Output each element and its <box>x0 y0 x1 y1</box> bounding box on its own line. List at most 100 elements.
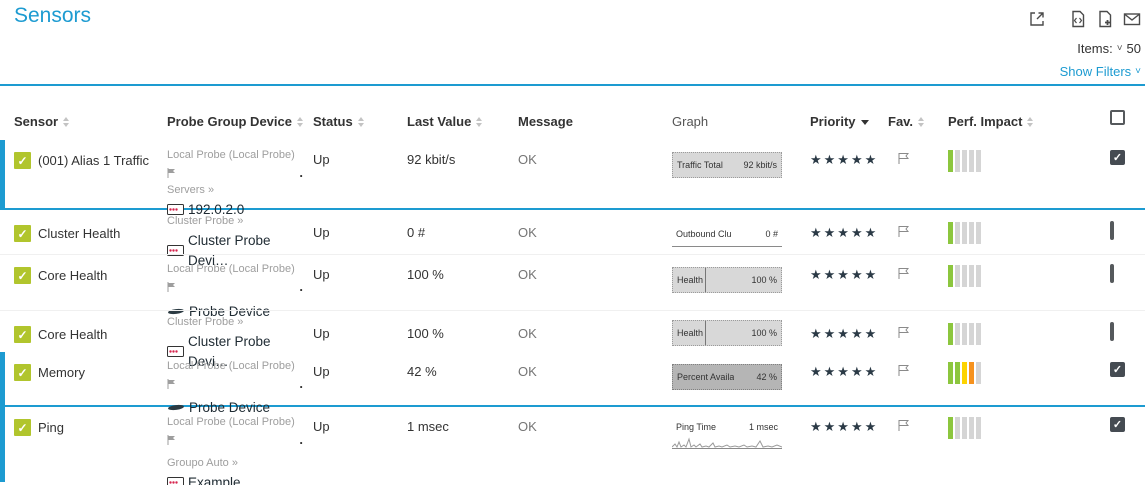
select-all-checkbox[interactable] <box>1110 110 1125 125</box>
table-header-row: Sensor Probe Group Device Status Last Va… <box>0 86 1145 140</box>
column-header-sensor[interactable]: Sensor <box>0 86 167 140</box>
row-checkbox[interactable] <box>1110 221 1114 240</box>
column-header-fav[interactable]: Fav. <box>888 86 948 140</box>
perf-impact-bars <box>948 222 981 244</box>
column-header-perf-impact[interactable]: Perf. Impact <box>948 86 1110 140</box>
sensor-status-up-icon: ✓ <box>14 225 31 242</box>
mini-graph[interactable]: Percent Availa 42 % <box>672 364 782 390</box>
mini-graph[interactable]: Health 100 % <box>672 267 782 293</box>
perf-impact-bars <box>948 362 981 384</box>
show-filters-label: Show Filters <box>1060 64 1132 79</box>
toolbar <box>1019 10 1141 28</box>
flag-icon <box>167 379 176 389</box>
sensor-status-up-icon: ✓ <box>14 152 31 169</box>
graph-cell[interactable]: Ping Time 1 msec <box>672 407 810 485</box>
sort-icon <box>63 117 69 127</box>
chevron-down-icon: ˅ <box>1135 67 1141 77</box>
priority-stars[interactable]: ★★★★★ <box>810 407 888 485</box>
sensor-name[interactable]: (001) Alias 1 Traffic <box>38 152 149 168</box>
sort-icon <box>358 117 364 127</box>
table-row[interactable]: ✓ Core Health Cluster Probe » Cluster Pr… <box>0 310 1145 352</box>
sensor-cell[interactable]: ✓ Ping <box>0 407 167 485</box>
select-cell: ✓ <box>1110 407 1145 485</box>
truncated-path-dot: . <box>299 431 303 450</box>
column-header-graph: Graph <box>672 86 810 140</box>
sensor-status-up-icon: ✓ <box>14 364 31 381</box>
group-name[interactable]: Cluster Probe » <box>167 315 307 331</box>
message-cell: OK <box>518 407 672 485</box>
mini-graph[interactable]: Ping Time 1 msec <box>672 419 782 449</box>
last-value-cell: 1 msec <box>407 407 518 485</box>
perf-impact-bars <box>948 417 981 439</box>
perf-impact-bars <box>948 150 981 172</box>
chevron-down-icon: ˅ <box>1117 44 1123 54</box>
sort-icon <box>1027 117 1033 127</box>
device-icon <box>167 477 184 485</box>
column-header-priority[interactable]: Priority <box>810 86 888 140</box>
group-name[interactable]: Cluster Probe » <box>167 214 307 230</box>
priority-stars[interactable]: ★★★★★ <box>810 140 888 219</box>
probe-name[interactable]: Local Probe (Local Probe) <box>167 262 307 278</box>
sensors-table: Sensor Probe Group Device Status Last Va… <box>0 86 1145 482</box>
sensor-name[interactable]: Core Health <box>38 326 107 342</box>
add-report-icon[interactable] <box>1096 10 1114 28</box>
perf-impact-bars <box>948 323 981 345</box>
items-count: 50 <box>1127 41 1141 56</box>
sensor-cell[interactable]: ✓ (001) Alias 1 Traffic <box>0 140 167 219</box>
perf-impact-cell <box>948 407 1110 485</box>
table-row[interactable]: ✓ Core Health Local Probe (Local Probe) … <box>0 254 1145 310</box>
mini-graph[interactable]: Health 100 % <box>672 320 782 346</box>
favorite-flag-icon[interactable] <box>888 140 948 219</box>
mini-graph[interactable]: Traffic Total 92 kbit/s <box>672 152 782 178</box>
row-checkbox[interactable] <box>1110 264 1114 283</box>
row-checkbox[interactable] <box>1110 322 1114 341</box>
probe-group-device-cell[interactable]: Local Probe (Local Probe) . Groupo Auto … <box>167 407 313 485</box>
flag-icon <box>167 168 176 178</box>
group-name[interactable]: Groupo Auto » <box>167 456 307 472</box>
probe-name[interactable]: Local Probe (Local Probe) <box>167 359 307 375</box>
graph-divider <box>705 321 706 345</box>
sensors-page: Sensors Items: ˅ 50 Show Filters ˅ Senso… <box>0 0 1145 485</box>
column-header-status[interactable]: Status <box>313 86 407 140</box>
sensor-name[interactable]: Cluster Health <box>38 225 120 241</box>
xml-export-icon[interactable] <box>1069 10 1087 28</box>
sensor-name[interactable]: Core Health <box>38 267 107 283</box>
sensor-name[interactable]: Memory <box>38 364 85 380</box>
sort-icon <box>476 117 482 127</box>
ping-sparkline <box>672 436 782 448</box>
select-cell: ✓ <box>1110 140 1145 219</box>
column-header-message: Message <box>518 86 672 140</box>
graph-cell[interactable]: Traffic Total 92 kbit/s <box>672 140 810 219</box>
sort-desc-icon <box>861 120 869 125</box>
items-count-control[interactable]: Items: ˅ 50 <box>1077 41 1141 56</box>
status-cell: Up <box>313 407 407 485</box>
sensor-name[interactable]: Ping <box>38 419 64 435</box>
row-checkbox-checked[interactable]: ✓ <box>1110 417 1125 432</box>
sensor-status-up-icon: ✓ <box>14 267 31 284</box>
probe-group-device-cell[interactable]: Local Probe (Local Probe) . Servers » 19… <box>167 140 313 219</box>
column-header-last-value[interactable]: Last Value <box>407 86 518 140</box>
open-in-new-window-icon[interactable] <box>1028 10 1046 28</box>
column-header-probe-group-device[interactable]: Probe Group Device <box>167 86 313 140</box>
sensor-status-up-icon: ✓ <box>14 326 31 343</box>
truncated-path-dot: . <box>299 164 303 183</box>
table-row[interactable]: ✓ Cluster Health Cluster Probe » Cluster… <box>0 210 1145 254</box>
group-name[interactable]: Servers » <box>167 183 307 199</box>
show-filters-link[interactable]: Show Filters ˅ <box>1060 64 1141 79</box>
flag-icon <box>167 282 176 292</box>
table-row[interactable]: ✓ (001) Alias 1 Traffic Local Probe (Loc… <box>0 140 1145 210</box>
row-checkbox-checked[interactable]: ✓ <box>1110 150 1125 165</box>
page-title: Sensors <box>14 4 91 28</box>
table-row[interactable]: ✓ Memory Local Probe (Local Probe) . Pro… <box>0 352 1145 407</box>
message-cell: OK <box>518 140 672 219</box>
probe-name[interactable]: Local Probe (Local Probe) <box>167 148 307 164</box>
probe-name[interactable]: Local Probe (Local Probe) <box>167 415 307 431</box>
perf-impact-cell <box>948 140 1110 219</box>
table-row[interactable]: ✓ Ping Local Probe (Local Probe) . Group… <box>0 407 1145 482</box>
sort-icon <box>918 117 924 127</box>
device-name[interactable]: Example <box>188 473 241 485</box>
mini-graph[interactable]: Outbound Clu 0 # <box>672 221 782 247</box>
favorite-flag-icon[interactable] <box>888 407 948 485</box>
row-checkbox-checked[interactable]: ✓ <box>1110 362 1125 377</box>
send-email-icon[interactable] <box>1123 10 1141 28</box>
